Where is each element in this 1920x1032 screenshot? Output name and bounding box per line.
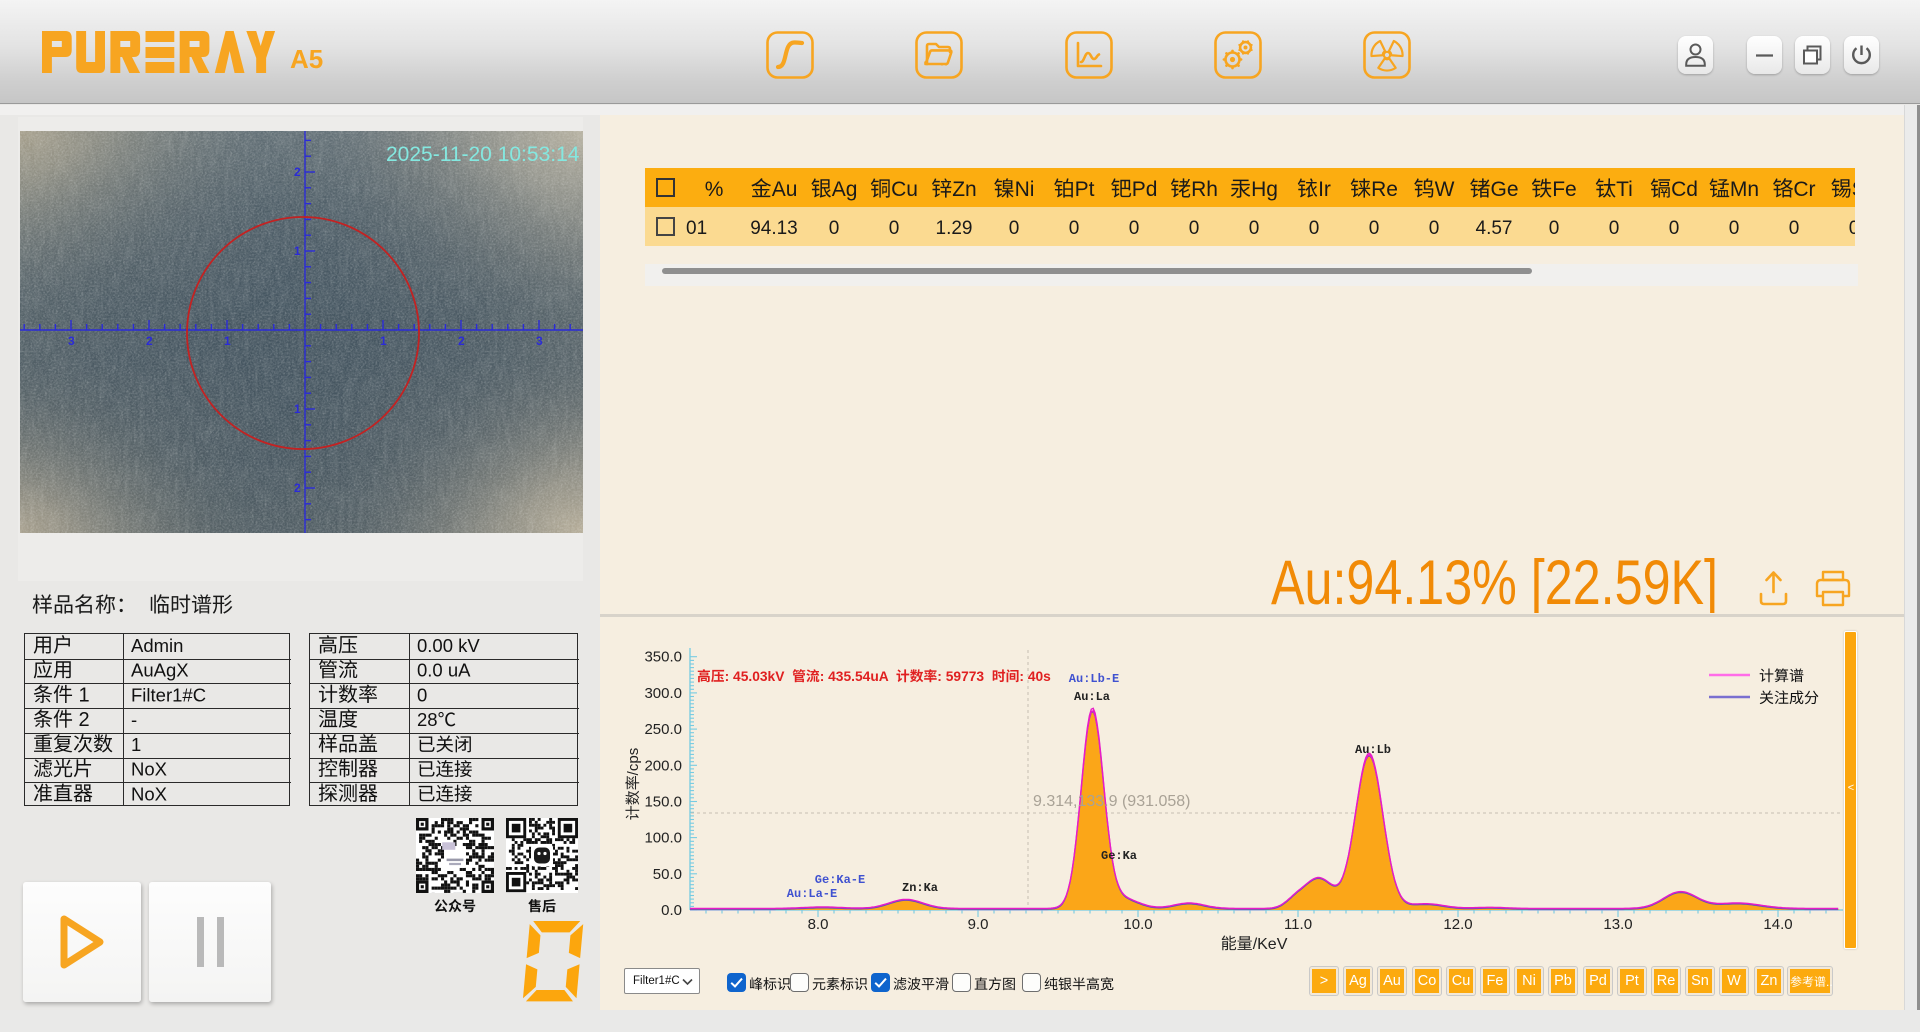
svg-text:150.0: 150.0 [644,794,682,811]
svg-text:10.0: 10.0 [1123,916,1152,933]
svg-text:2: 2 [294,165,301,179]
svg-text:350.0: 350.0 [644,649,682,666]
svg-text:100.0: 100.0 [644,830,682,847]
svg-text:3: 3 [68,334,75,348]
svg-text:1: 1 [294,244,301,258]
svg-text:14.0: 14.0 [1763,916,1792,933]
svg-text:Au:94.13% [22.59K]: Au:94.13% [22.59K] [1271,548,1718,613]
svg-text:2025-11-20 10:53:14: 2025-11-20 10:53:14 [386,143,580,166]
svg-text:1: 1 [224,334,231,348]
svg-text:300.0: 300.0 [644,685,682,702]
svg-text:2: 2 [146,334,153,348]
svg-text:0.0: 0.0 [661,902,682,919]
svg-text:250.0: 250.0 [644,721,682,738]
svg-text:2: 2 [458,334,465,348]
svg-text:8.0: 8.0 [808,916,829,933]
svg-text:9.314,133.9 (931.058): 9.314,133.9 (931.058) [1033,793,1190,810]
svg-text:3: 3 [536,334,543,348]
svg-text:12.0: 12.0 [1443,916,1472,933]
svg-text:1: 1 [380,334,387,348]
svg-text:200.0: 200.0 [644,757,682,774]
svg-text:2: 2 [294,481,301,495]
svg-text:13.0: 13.0 [1603,916,1632,933]
svg-text:9.0: 9.0 [968,916,989,933]
svg-text:11.0: 11.0 [1284,916,1312,933]
svg-text:50.0: 50.0 [653,866,682,883]
svg-text:1: 1 [294,402,301,416]
